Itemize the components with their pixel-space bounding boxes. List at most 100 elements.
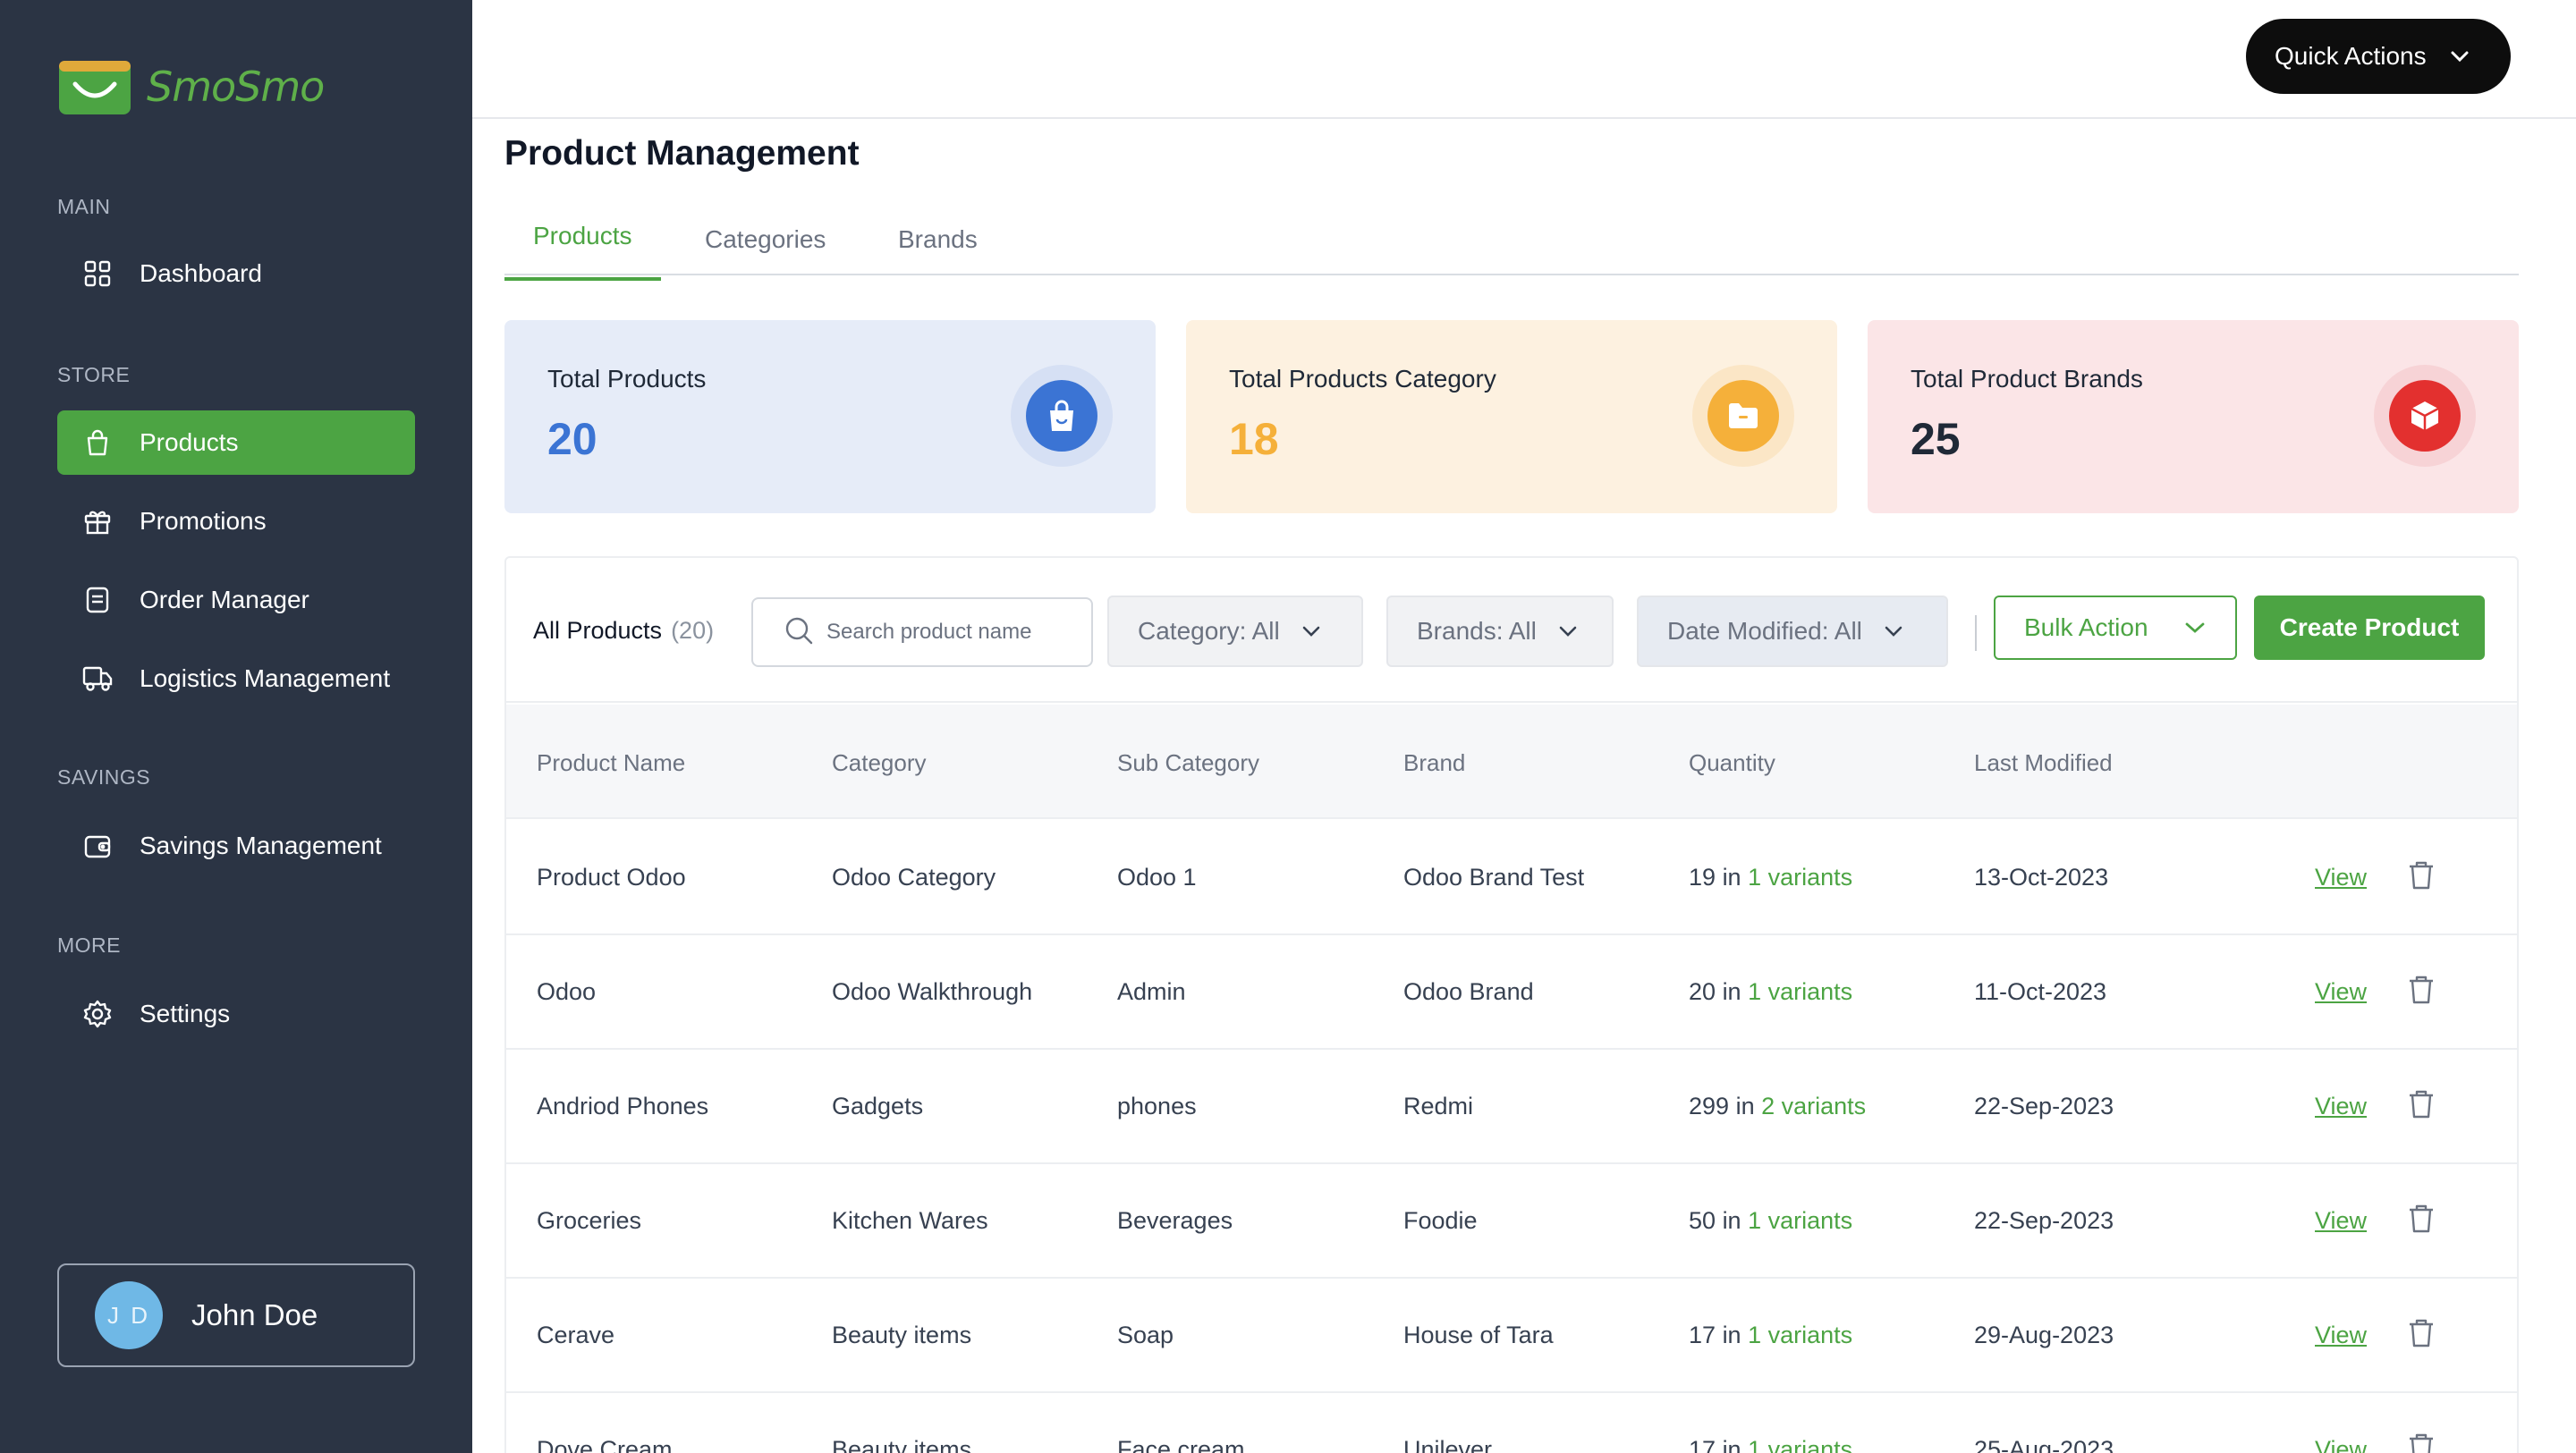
cell-sub-category: Beverages: [1117, 1207, 1233, 1234]
variants-link[interactable]: 1 variants: [1748, 1207, 1852, 1234]
stat-icon-ring: [2374, 365, 2476, 467]
category-filter-dropdown[interactable]: Category: All: [1107, 596, 1363, 667]
table-row[interactable]: Dove Cream Beauty items Face cream Unile…: [506, 1393, 2517, 1453]
trash-icon[interactable]: [2408, 1432, 2438, 1453]
quantity-in-label: in: [1722, 1436, 1741, 1453]
cell-sub-category: phones: [1117, 1093, 1197, 1119]
cell-quantity: 19 in 1 variants: [1689, 864, 1852, 891]
table-row[interactable]: Groceries Kitchen Wares Beverages Foodie…: [506, 1164, 2517, 1279]
table-row[interactable]: Andriod Phones Gadgets phones Redmi 299 …: [506, 1050, 2517, 1164]
sidebar-item-products[interactable]: Products: [57, 410, 415, 475]
gear-icon: [82, 999, 113, 1029]
trash-icon[interactable]: [2408, 860, 2438, 892]
stat-label: Total Products: [547, 365, 707, 393]
variants-link[interactable]: 2 variants: [1761, 1093, 1866, 1119]
variants-link[interactable]: 1 variants: [1748, 1322, 1852, 1348]
create-product-button[interactable]: Create Product: [2254, 596, 2485, 660]
quantity-value: 299: [1689, 1093, 1730, 1119]
variants-link[interactable]: 1 variants: [1748, 978, 1852, 1005]
table-row[interactable]: Cerave Beauty items Soap House of Tara 1…: [506, 1279, 2517, 1393]
cell-sub-category: Soap: [1117, 1322, 1174, 1348]
cell-sub-category: Admin: [1117, 978, 1186, 1005]
gift-icon: [82, 506, 113, 536]
trash-icon[interactable]: [2408, 975, 2438, 1007]
view-link[interactable]: View: [2315, 1093, 2367, 1120]
stat-value: 20: [547, 414, 597, 464]
view-link[interactable]: View: [2315, 1207, 2367, 1235]
variants-link[interactable]: 1 variants: [1748, 1436, 1852, 1453]
cell-last-modified: 11-Oct-2023: [1974, 978, 2107, 1005]
cell-product-name: Andriod Phones: [537, 1093, 709, 1119]
cell-brand: Redmi: [1403, 1093, 1474, 1119]
cell-category: Gadgets: [832, 1093, 924, 1119]
cell-brand: Foodie: [1403, 1207, 1478, 1234]
tab-brands[interactable]: Brands: [898, 225, 978, 272]
quantity-value: 50: [1689, 1207, 1716, 1234]
wallet-icon: [82, 831, 113, 861]
cell-category: Odoo Category: [832, 864, 996, 891]
search-box[interactable]: [751, 597, 1093, 667]
products-panel: All Products (20) Category: All Brands: A…: [504, 556, 2519, 1453]
view-link[interactable]: View: [2315, 864, 2367, 891]
sidebar-item-promotions[interactable]: Promotions: [57, 489, 415, 553]
sidebar-item-dashboard[interactable]: Dashboard: [57, 241, 415, 306]
cell-brand: Unilever: [1403, 1436, 1493, 1453]
table-row[interactable]: Product Odoo Odoo Category Odoo 1 Odoo B…: [506, 821, 2517, 935]
trash-icon[interactable]: [2408, 1318, 2438, 1350]
cell-brand: Odoo Brand Test: [1403, 864, 1585, 891]
brands-filter-dropdown[interactable]: Brands: All: [1386, 596, 1614, 667]
column-header-sub-category[interactable]: Sub Category: [1117, 749, 1259, 777]
cell-category: Kitchen Wares: [832, 1207, 988, 1234]
view-link[interactable]: View: [2315, 978, 2367, 1006]
brands-filter-label: Brands: All: [1417, 617, 1537, 645]
sidebar-item-savings[interactable]: Savings Management: [57, 814, 415, 878]
cell-brand: House of Tara: [1403, 1322, 1554, 1348]
cell-product-name: Product Odoo: [537, 864, 686, 891]
date-modified-filter-dropdown[interactable]: Date Modified: All: [1637, 596, 1948, 667]
tab-categories[interactable]: Categories: [705, 225, 826, 272]
cell-sub-category: Odoo 1: [1117, 864, 1197, 891]
section-label-main: MAIN: [57, 195, 111, 218]
table-row[interactable]: Odoo Odoo Walkthrough Admin Odoo Brand 2…: [506, 935, 2517, 1050]
column-header-last-modified[interactable]: Last Modified: [1974, 749, 2113, 777]
cell-quantity: 17 in 1 variants: [1689, 1322, 1852, 1349]
column-header-brand[interactable]: Brand: [1403, 749, 1465, 777]
sidebar-item-label: Promotions: [140, 507, 267, 535]
quantity-in-label: in: [1722, 978, 1741, 1005]
quantity-in-label: in: [1722, 1322, 1741, 1348]
search-input[interactable]: [826, 620, 1077, 645]
app-logo[interactable]: SmoSmo: [57, 57, 325, 116]
cell-category: Odoo Walkthrough: [832, 978, 1033, 1005]
section-label-more: MORE: [57, 933, 121, 957]
tab-bar: Products Categories Brands: [504, 215, 2519, 281]
bulk-action-dropdown[interactable]: Bulk Action: [1994, 596, 2237, 660]
receipt-icon: [82, 585, 113, 615]
tab-products[interactable]: Products: [504, 222, 661, 281]
all-products-title: All Products: [533, 617, 663, 644]
view-link[interactable]: View: [2315, 1322, 2367, 1349]
sidebar-item-order-manager[interactable]: Order Manager: [57, 568, 415, 632]
column-header-quantity[interactable]: Quantity: [1689, 749, 1775, 777]
sidebar-item-logistics[interactable]: Logistics Management: [57, 646, 415, 711]
sidebar-item-settings[interactable]: Settings: [57, 982, 415, 1046]
variants-link[interactable]: 1 variants: [1748, 864, 1852, 891]
trash-icon[interactable]: [2408, 1089, 2438, 1121]
search-icon: [784, 615, 814, 650]
all-products-heading: All Products (20): [533, 617, 714, 645]
trash-icon[interactable]: [2408, 1204, 2438, 1236]
sidebar-item-label: Savings Management: [140, 832, 382, 859]
user-profile-card[interactable]: J D John Doe: [57, 1263, 415, 1367]
quantity-value: 20: [1689, 978, 1716, 1005]
section-label-store: STORE: [57, 363, 131, 386]
shopping-bag-icon: [82, 427, 113, 458]
chevron-down-icon: [1884, 625, 1903, 638]
quick-actions-button[interactable]: Quick Actions: [2246, 19, 2511, 94]
quantity-value: 17: [1689, 1436, 1716, 1453]
column-header-product-name[interactable]: Product Name: [537, 749, 685, 777]
user-name: John Doe: [191, 1298, 318, 1331]
quantity-value: 17: [1689, 1322, 1716, 1348]
column-header-category[interactable]: Category: [832, 749, 927, 777]
avatar: J D: [95, 1281, 163, 1349]
chevron-down-icon: [2184, 621, 2206, 634]
view-link[interactable]: View: [2315, 1436, 2367, 1453]
